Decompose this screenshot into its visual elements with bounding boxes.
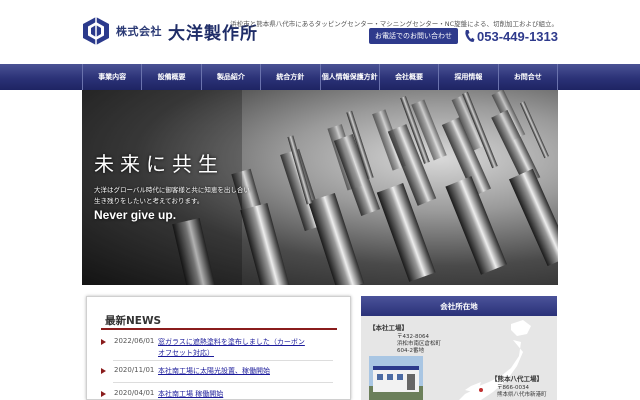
company-prefix: 株式会社 (116, 25, 162, 38)
phone-icon (465, 30, 475, 42)
phone-number-text: 053-449-1313 (477, 28, 558, 44)
news-divider (113, 360, 333, 361)
news-divider (113, 382, 333, 383)
hero-banner: 未来に共生 大洋はグローバル時代に御客様と共に知恵を出し合い 生き残りをしたいと… (82, 90, 558, 285)
main-factory-photo[interactable] (369, 356, 423, 400)
hero-title: 未来に共生 (94, 152, 224, 176)
nav-item-contact[interactable]: お問合せ (497, 64, 558, 90)
news-item[interactable]: 2020/04/01 本社南工場 稼働開始 (101, 389, 337, 400)
nav-item-equipment[interactable]: 設備概要 (141, 64, 200, 90)
kumamoto-factory-address: 熊本県八代市新港町 (497, 392, 547, 398)
hero-slogan: Never give up. (94, 208, 177, 222)
hero-message-line-2: 生き残りをしたいと考えております。 (94, 197, 204, 205)
nav-item-privacy[interactable]: 個人情報保護方針 (319, 64, 379, 90)
arrow-right-icon (101, 391, 106, 397)
news-link[interactable]: 本社南工場 稼働開始 (158, 389, 223, 400)
kumamoto-factory-label: 【熊本八代工場】 (491, 375, 543, 383)
nav-item-products[interactable]: 製品紹介 (200, 64, 260, 90)
nav-item-business[interactable]: 事業内容 (82, 64, 141, 90)
phone-contact-button[interactable]: お電話でのお問い合わせ (369, 28, 459, 44)
news-item[interactable]: 2020/11/01 本社南工場に太陽光設置、稼働開始 (101, 366, 337, 377)
news-date: 2020/11/01 (114, 366, 155, 374)
news-link-continued[interactable]: オフセット対応） (158, 348, 305, 359)
arrow-right-icon (101, 368, 106, 374)
nav-item-recruit[interactable]: 採用情報 (438, 64, 497, 90)
news-date: 2022/06/01 (114, 337, 155, 345)
news-date: 2020/04/01 (114, 389, 155, 397)
news-link[interactable]: 本社南工場に太陽光設置、稼働開始 (158, 366, 270, 377)
header-contact: お電話でのお問い合わせ 053-449-1313 (369, 28, 558, 44)
site-header: 株式会社 大洋製作所 浜松市と熊本県八代市にあるタッピングセンター・マシニングセ… (0, 0, 640, 64)
hero-message-line-1: 大洋はグローバル時代に御客様と共に知恵を出し合い (94, 186, 250, 194)
main-factory-address-2: 604-2番地 (397, 348, 424, 354)
phone-number[interactable]: 053-449-1313 (464, 29, 558, 44)
main-nav: 事業内容 設備概要 製品紹介 統合方針 個人情報保護方針 会社概要 採用情報 お… (82, 64, 558, 90)
location-panel: 会社所在地 【本社工場】 〒432-8064 浜松市南区倉松町 604-2番地 … (361, 296, 557, 400)
news-item[interactable]: 2022/06/01 窓ガラスに遮熱塗料を塗布しました（カーボン オフセット対応… (101, 337, 337, 359)
main-factory-label: 【本社工場】 (369, 324, 408, 332)
header-tagline: 浜松市と熊本県八代市にあるタッピングセンター・マシニングセンター・NC旋盤による… (230, 20, 558, 28)
news-title: 最新NEWS (105, 315, 162, 327)
logo-mark-icon (83, 17, 109, 45)
location-title: 会社所在地 (361, 296, 557, 316)
arrow-right-icon (101, 339, 106, 345)
nav-item-company[interactable]: 会社概要 (378, 64, 438, 90)
news-link[interactable]: 窓ガラスに遮熱塗料を塗布しました（カーボン (158, 337, 305, 348)
news-panel: 最新NEWS 2022/06/01 窓ガラスに遮熱塗料を塗布しました（カーボン … (86, 296, 351, 400)
nav-item-policy[interactable]: 統合方針 (260, 64, 319, 90)
news-title-underline (101, 328, 337, 330)
